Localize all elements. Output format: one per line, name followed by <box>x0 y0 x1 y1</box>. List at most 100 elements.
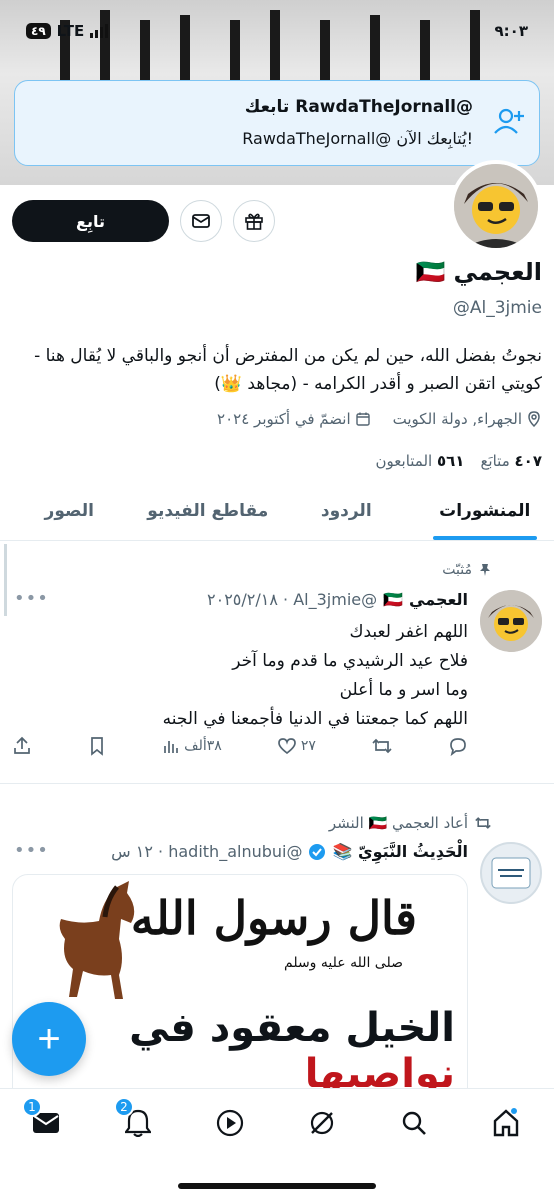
compose-button[interactable]: + <box>12 1002 86 1076</box>
post-text-line: اللهم اغفر لعبدك <box>349 622 468 642</box>
more-options-icon[interactable]: ••• <box>14 588 49 609</box>
tab-photos[interactable]: الصور <box>0 485 139 540</box>
bookmark-button[interactable] <box>87 736 107 756</box>
join-date: انضمّ في أكتوبر ٢٠٢٤ <box>217 410 371 428</box>
kuwait-flag-icon: 🇰🇼 <box>383 590 404 609</box>
tab-posts-label: المنشورات <box>439 501 531 521</box>
share-button[interactable] <box>12 736 32 756</box>
search-icon <box>402 1111 426 1135</box>
followers-label: المتابعون <box>375 452 433 470</box>
tab-replies-label: الردود <box>320 501 372 521</box>
gift-icon <box>245 213 263 230</box>
repost-label: أعاد العجمي 🇰🇼 النشر <box>329 814 492 832</box>
signal-icon <box>90 24 109 38</box>
location-text: الجهراء, دولة الكويت <box>392 410 522 428</box>
post-header: العجمي 🇰🇼 @Al_3jmie · ٢٠٢٥/٢/١٨ <box>207 590 468 609</box>
followers-count: ٥٦١ <box>436 452 465 470</box>
views-count: ٣٨ألف <box>184 738 222 754</box>
like-button[interactable]: ٢٧ <box>277 736 316 756</box>
active-tab-indicator <box>432 536 537 540</box>
home-icon <box>493 1108 519 1137</box>
post-author-avatar[interactable] <box>480 590 542 652</box>
views-icon <box>164 741 178 753</box>
home-indicator <box>178 1183 376 1189</box>
profile-meta: الجهراء, دولة الكويت انضمّ في أكتوبر ٢٠٢… <box>217 410 542 428</box>
tab-videos-label: مقاطع الفيديو <box>147 501 269 521</box>
gift-button[interactable] <box>233 200 275 242</box>
media-subtitle: صلى الله عليه وسلم <box>284 955 403 971</box>
person-add-icon <box>494 108 524 134</box>
heart-icon <box>277 738 296 755</box>
tab-videos[interactable]: مقاطع الفيديو <box>139 485 278 540</box>
nav-search[interactable] <box>394 1103 434 1143</box>
post-handle-date: @Al_3jmie · ٢٠٢٥/٢/١٨ <box>207 590 378 609</box>
post-text-line: فلاح عيد الرشيدي ما قدم وما آخر <box>232 651 468 671</box>
profile-name: العجمي 🇰🇼 <box>416 258 542 286</box>
bookmark-icon <box>91 737 103 756</box>
grok-icon <box>310 1111 334 1135</box>
kuwait-flag-icon: 🇰🇼 <box>415 258 446 286</box>
tab-photos-label: الصور <box>44 501 94 521</box>
post-author-name[interactable]: العجمي <box>409 590 468 609</box>
message-button[interactable] <box>180 200 222 242</box>
toast-subtitle: !يُتابِعك الآن @RawdaTheJornall <box>242 129 473 148</box>
following-label: متابَع <box>480 452 510 470</box>
toast-title: @RawdaTheJornall تابعك <box>244 97 473 117</box>
status-bar: ٤٩ LTE ٩:٠٣ <box>26 18 528 44</box>
repost-icon <box>475 817 491 829</box>
nav-video[interactable] <box>210 1103 250 1143</box>
calendar-icon <box>355 412 370 426</box>
post-text-line: وما اسر و ما أعلن <box>339 680 468 700</box>
repost-icon <box>372 738 392 754</box>
nav-notifications[interactable]: 2 <box>114 1097 158 1143</box>
network-label: LTE <box>56 22 85 40</box>
pinned-label: مُثبّت <box>442 562 492 578</box>
nav-messages[interactable]: 1 <box>22 1097 66 1143</box>
profile-stats: ٤٠٧ متابَع ٥٦١ المتابعون <box>376 452 542 470</box>
reply-button[interactable] <box>448 736 468 756</box>
battery-icon: ٤٩ <box>26 23 51 39</box>
play-icon <box>216 1109 244 1137</box>
media-caption-black: الخيل معقود في <box>129 1005 455 1051</box>
repost-label-text: أعاد العجمي 🇰🇼 النشر <box>328 814 468 832</box>
follow-button[interactable]: تابِع <box>12 200 169 242</box>
tab-posts[interactable]: المنشورات <box>416 485 554 540</box>
profile-name-text: العجمي <box>453 258 542 286</box>
nav-home[interactable] <box>486 1103 526 1143</box>
notifications-badge: 2 <box>114 1097 134 1117</box>
post-text-line: اللهم كما جمعتنا في الدنيا فأجمعنا في ال… <box>162 709 468 729</box>
post-actions: ٣٨ألف ٢٧ <box>12 736 468 756</box>
bottom-nav: 1 2 <box>0 1088 554 1199</box>
more-options-icon[interactable]: ••• <box>14 840 49 861</box>
pinned-post[interactable]: مُثبّت العجمي 🇰🇼 @Al_3jmie · ٢٠٢٥/٢/١٨ •… <box>0 544 554 784</box>
hadith-account-avatar[interactable] <box>480 842 542 904</box>
location: الجهراء, دولة الكويت <box>393 410 542 428</box>
share-icon <box>14 736 30 754</box>
nav-grok[interactable] <box>302 1103 342 1143</box>
clock: ٩:٠٣ <box>494 22 528 40</box>
location-pin-icon <box>528 411 540 427</box>
scroll-indicator <box>4 544 7 616</box>
repost-author-name[interactable]: الْحَدِيثُ النَّبَوِيّ 📚 <box>332 842 468 861</box>
tab-replies[interactable]: الردود <box>277 485 416 540</box>
profile-bio: نجوتُ بفضل الله، حين لم يكن من المفترض أ… <box>34 346 542 394</box>
profile-avatar[interactable] <box>450 160 542 252</box>
repost-handle-time: @hadith_alnubui · ١٢ س <box>111 842 303 861</box>
follow-toast[interactable]: @RawdaTheJornall تابعك !يُتابِعك الآن @R… <box>14 80 540 166</box>
join-date-text: انضمّ في أكتوبر ٢٠٢٤ <box>217 410 351 428</box>
post-media-image[interactable]: قال رسول الله صلى الله عليه وسلم الخيل م… <box>12 874 468 1104</box>
profile-handle: @Al_3jmie <box>452 298 542 318</box>
following-count: ٤٠٧ <box>514 452 542 470</box>
followers-link[interactable]: ٥٦١ المتابعون <box>376 452 465 470</box>
verified-badge-icon <box>309 843 326 860</box>
following-link[interactable]: ٤٠٧ متابَع <box>480 452 542 470</box>
repost-button[interactable] <box>371 736 393 756</box>
media-title: قال رسول الله <box>130 891 417 945</box>
pin-icon <box>480 564 490 576</box>
views-button[interactable]: ٣٨ألف <box>162 737 222 755</box>
profile-tabs: المنشورات الردود مقاطع الفيديو الصور <box>0 485 554 541</box>
repost-header: الْحَدِيثُ النَّبَوِيّ 📚 @hadith_alnubui… <box>111 842 468 861</box>
reply-icon <box>450 738 466 756</box>
mail-icon <box>192 214 210 228</box>
messages-badge: 1 <box>22 1097 42 1117</box>
